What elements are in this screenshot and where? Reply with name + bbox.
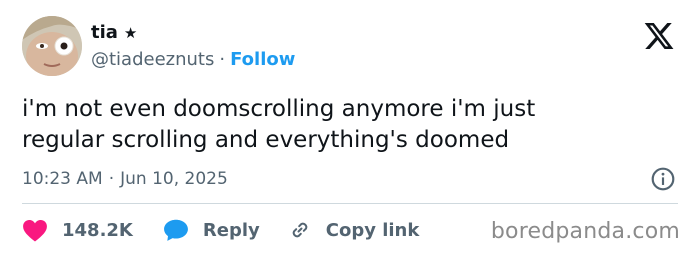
copy-link-button[interactable]: Copy link	[288, 218, 420, 242]
reply-label: Reply	[202, 219, 260, 241]
divider	[22, 203, 678, 204]
link-icon	[292, 222, 308, 238]
author-name-row: tia ★	[91, 21, 137, 45]
display-name[interactable]: tia	[91, 21, 118, 45]
tweet-card: tia ★ @tiadeeznuts · Follow i'm not even…	[0, 0, 700, 256]
heart-icon	[23, 220, 47, 242]
copy-link-label: Copy link	[325, 219, 420, 241]
star-badge-icon: ★	[123, 24, 138, 42]
tweet-line-1: i'm not even doomscrolling anymore i'm j…	[22, 96, 536, 122]
avatar[interactable]	[22, 16, 82, 76]
tweet-line-2: regular scrolling and everything's doome…	[22, 127, 510, 153]
tweet-date: Jun 10, 2025	[120, 169, 228, 189]
like-button[interactable]: 148.2K	[22, 218, 133, 242]
timestamp[interactable]: 10:23 AM · Jun 10, 2025	[22, 168, 228, 190]
author-handle-row: @tiadeeznuts · Follow	[91, 48, 295, 72]
speech-bubble-icon	[163, 219, 188, 241]
user-handle[interactable]: @tiadeeznuts	[91, 48, 214, 72]
handle-separator: ·	[219, 49, 226, 70]
tweet-text: i'm not even doomscrolling anymore i'm j…	[22, 94, 682, 156]
info-icon[interactable]	[650, 166, 676, 192]
reply-button[interactable]: Reply	[163, 218, 260, 242]
avatar-image	[22, 16, 82, 76]
follow-button[interactable]: Follow	[230, 48, 295, 72]
timestamp-separator: ·	[108, 169, 115, 189]
action-bar: 148.2K Reply Copy link	[22, 216, 419, 244]
tweet-time: 10:23 AM	[22, 169, 103, 189]
watermark: boredpanda.com	[490, 219, 680, 244]
like-count: 148.2K	[62, 219, 133, 241]
x-logo-icon[interactable]	[642, 20, 676, 52]
